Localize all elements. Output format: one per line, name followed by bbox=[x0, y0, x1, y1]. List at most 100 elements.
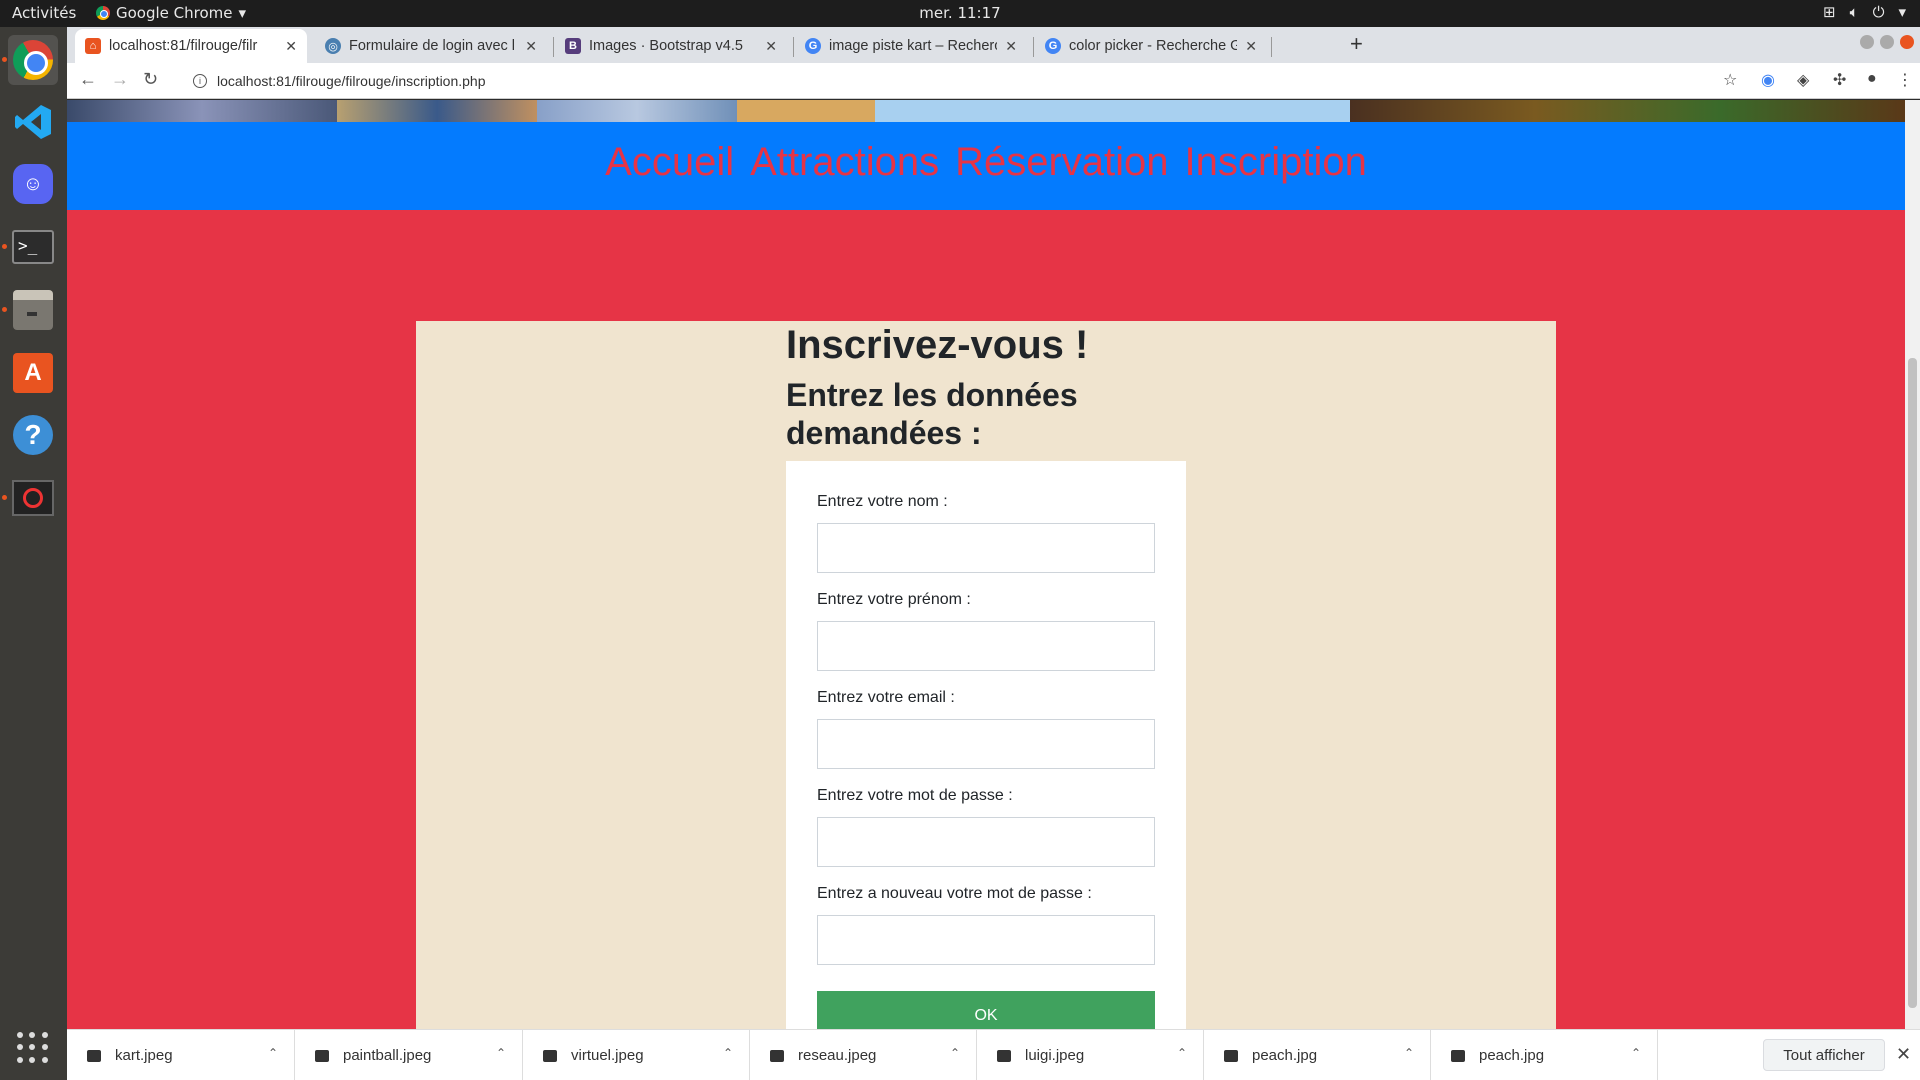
chevron-up-icon[interactable]: ⌃ bbox=[1177, 1046, 1187, 1060]
nav-attractions[interactable]: Attractions bbox=[750, 140, 939, 210]
profile-icon[interactable]: ● bbox=[1867, 70, 1877, 88]
close-icon[interactable]: ✕ bbox=[1245, 38, 1257, 55]
tab-2[interactable]: ◎ Formulaire de login avec l ✕ bbox=[315, 29, 547, 63]
nom-input[interactable] bbox=[817, 523, 1155, 573]
tab-title: image piste kart – Recherc bbox=[829, 38, 998, 54]
nav-inscription[interactable]: Inscription bbox=[1185, 140, 1367, 210]
blocked-icon bbox=[12, 480, 54, 516]
download-filename: kart.jpeg bbox=[115, 1047, 173, 1064]
chevron-up-icon[interactable]: ⌃ bbox=[268, 1046, 278, 1060]
tab-title: Images · Bootstrap v4.5 bbox=[589, 38, 743, 54]
close-icon[interactable]: ✕ bbox=[1005, 38, 1017, 55]
close-icon[interactable]: ✕ bbox=[285, 38, 297, 55]
signup-form: Entrez votre nom : Entrez votre prénom :… bbox=[786, 461, 1186, 1029]
files-icon bbox=[13, 290, 53, 330]
address-bar[interactable]: i localhost:81/filrouge/filrouge/inscrip… bbox=[179, 66, 1829, 96]
download-item[interactable]: kart.jpeg ⌃ bbox=[67, 1030, 295, 1080]
password-label: Entrez votre mot de passe : bbox=[817, 787, 1013, 804]
tab-title: color picker - Recherche G bbox=[1069, 38, 1238, 54]
nav-accueil[interactable]: Accueil bbox=[605, 140, 734, 210]
extension-icon[interactable]: ◉ bbox=[1761, 70, 1775, 90]
download-item[interactable]: paintball.jpeg ⌃ bbox=[295, 1030, 523, 1080]
page-scrollbar[interactable] bbox=[1905, 100, 1920, 1029]
tab-4[interactable]: G image piste kart – Recherc ✕ bbox=[795, 29, 1027, 63]
extension-icon[interactable]: ◈ bbox=[1797, 70, 1809, 90]
power-icon[interactable]: ⏻ bbox=[1873, 3, 1885, 21]
show-applications-button[interactable] bbox=[8, 1023, 58, 1073]
dock-chrome[interactable] bbox=[2, 35, 58, 85]
clock[interactable]: mer. 11:17 bbox=[0, 4, 1920, 22]
email-label: Entrez votre email : bbox=[817, 689, 955, 706]
browser-toolbar: ← → ↻ i localhost:81/filrouge/filrouge/i… bbox=[67, 63, 1920, 99]
close-icon[interactable]: ✕ bbox=[525, 38, 537, 55]
chevron-up-icon[interactable]: ⌃ bbox=[496, 1046, 506, 1060]
download-item[interactable]: peach.jpg ⌃ bbox=[1431, 1030, 1658, 1080]
tab-1[interactable]: ⌂ localhost:81/filrouge/filr ✕ bbox=[75, 29, 307, 63]
menu-icon[interactable]: ⋮ bbox=[1897, 70, 1913, 90]
extensions-puzzle-icon[interactable]: ✣ bbox=[1833, 70, 1846, 90]
download-filename: peach.jpg bbox=[1252, 1047, 1318, 1064]
prenom-input[interactable] bbox=[817, 621, 1155, 671]
nav-reservation[interactable]: Réservation bbox=[955, 140, 1168, 210]
scrollbar-thumb[interactable] bbox=[1908, 358, 1917, 1008]
ok-button[interactable]: OK bbox=[817, 991, 1155, 1029]
image-file-icon bbox=[1451, 1049, 1465, 1062]
download-filename: paintball.jpeg bbox=[343, 1047, 432, 1064]
back-button[interactable]: ← bbox=[79, 69, 97, 90]
chevron-down-icon[interactable]: ▾ bbox=[1898, 3, 1906, 21]
show-all-downloads-button[interactable]: Tout afficher bbox=[1763, 1039, 1885, 1071]
download-item[interactable]: peach.jpg ⌃ bbox=[1204, 1030, 1431, 1080]
forward-button[interactable]: → bbox=[111, 69, 129, 90]
image-file-icon bbox=[1224, 1049, 1238, 1062]
dock-help[interactable]: ? bbox=[8, 410, 58, 460]
chevron-up-icon[interactable]: ⌃ bbox=[723, 1046, 733, 1060]
page-title: Inscrivez-vous ! bbox=[786, 323, 1089, 367]
chrome-icon bbox=[13, 40, 53, 80]
bookmark-star-icon[interactable]: ☆ bbox=[1723, 70, 1737, 90]
chevron-up-icon[interactable]: ⌃ bbox=[1404, 1046, 1414, 1060]
image-file-icon bbox=[87, 1049, 101, 1062]
system-top-bar: Activités Google Chrome ▾ mer. 11:17 ⊞ 🔈… bbox=[0, 0, 1920, 27]
dock-vscode[interactable] bbox=[8, 97, 58, 147]
globe-icon: ◎ bbox=[325, 38, 341, 54]
reload-button[interactable]: ↻ bbox=[143, 69, 158, 90]
volume-icon[interactable]: 🔈︎ bbox=[1850, 3, 1859, 21]
tab-strip: ⌂ localhost:81/filrouge/filr ✕ ◎ Formula… bbox=[67, 27, 1920, 63]
dock-software[interactable]: A bbox=[8, 348, 58, 398]
maximize-button[interactable] bbox=[1880, 35, 1894, 49]
network-icon[interactable]: ⊞ bbox=[1823, 3, 1836, 21]
image-file-icon bbox=[543, 1049, 557, 1062]
window-close-button[interactable] bbox=[1900, 35, 1914, 49]
new-tab-button[interactable]: + bbox=[1350, 31, 1363, 57]
page-subtitle: Entrez les données demandées : bbox=[786, 377, 1078, 451]
system-tray[interactable]: ⊞ 🔈︎ ⏻ ▾ bbox=[1823, 3, 1906, 21]
chevron-up-icon[interactable]: ⌃ bbox=[1631, 1046, 1641, 1060]
dock: ☺ >_ A ? bbox=[0, 27, 67, 1080]
site-icon: ⌂ bbox=[85, 38, 101, 54]
dock-files[interactable] bbox=[2, 285, 58, 335]
close-icon[interactable]: ✕ bbox=[765, 38, 777, 55]
url-text: localhost:81/filrouge/filrouge/inscripti… bbox=[217, 73, 486, 89]
close-icon[interactable]: ✕ bbox=[1896, 1044, 1911, 1065]
minimize-button[interactable] bbox=[1860, 35, 1874, 49]
download-filename: virtuel.jpeg bbox=[571, 1047, 644, 1064]
chevron-up-icon[interactable]: ⌃ bbox=[950, 1046, 960, 1060]
password-input[interactable] bbox=[817, 817, 1155, 867]
tab-3[interactable]: B Images · Bootstrap v4.5 ✕ bbox=[555, 29, 787, 63]
email-input[interactable] bbox=[817, 719, 1155, 769]
dock-discord[interactable]: ☺ bbox=[8, 159, 58, 209]
download-filename: luigi.jpeg bbox=[1025, 1047, 1085, 1064]
google-icon: G bbox=[805, 38, 821, 54]
password-confirm-input[interactable] bbox=[817, 915, 1155, 965]
download-item[interactable]: reseau.jpeg ⌃ bbox=[750, 1030, 977, 1080]
download-filename: peach.jpg bbox=[1479, 1047, 1545, 1064]
dock-terminal[interactable]: >_ bbox=[2, 222, 58, 272]
dock-blocked-app[interactable] bbox=[2, 473, 58, 523]
tab-5[interactable]: G color picker - Recherche G ✕ bbox=[1035, 29, 1267, 63]
download-item[interactable]: luigi.jpeg ⌃ bbox=[977, 1030, 1204, 1080]
tab-title: Formulaire de login avec l bbox=[349, 38, 516, 54]
info-icon[interactable]: i bbox=[193, 74, 207, 88]
app-grid-icon bbox=[17, 1032, 49, 1064]
download-item[interactable]: virtuel.jpeg ⌃ bbox=[523, 1030, 750, 1080]
google-icon: G bbox=[1045, 38, 1061, 54]
